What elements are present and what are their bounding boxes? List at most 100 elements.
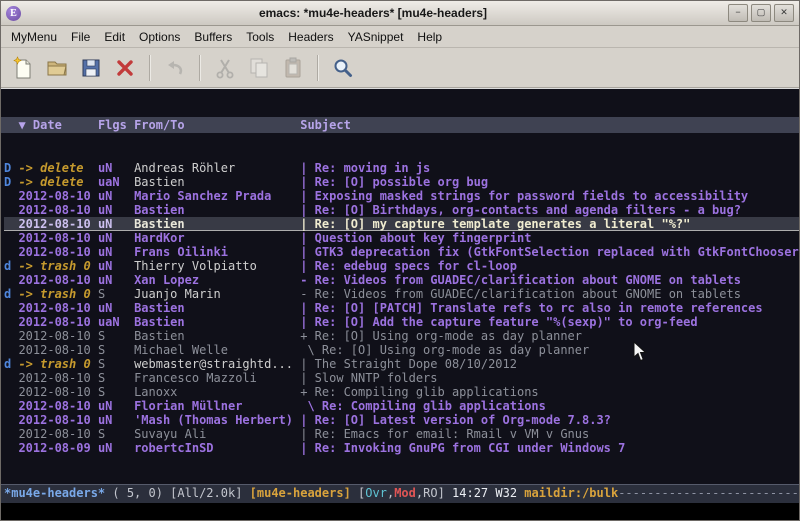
emacs-window: E emacs: *mu4e-headers* [mu4e-headers] −…	[0, 0, 800, 521]
message-row[interactable]: D -> delete uaN Bastien | Re: [O] possib…	[4, 175, 799, 189]
menu-file[interactable]: File	[64, 27, 97, 47]
maximize-button[interactable]: ▢	[751, 4, 771, 22]
search-button[interactable]	[326, 52, 360, 84]
message-row[interactable]: 2012-08-10 S Lanoxx + Re: Compiling glib…	[4, 385, 799, 399]
message-row[interactable]: 2012-08-10 S Bastien + Re: [O] Using org…	[4, 329, 799, 343]
from-field: Michael Welle	[134, 343, 300, 357]
flags-field: uaN	[98, 175, 134, 189]
minimize-button[interactable]: −	[728, 4, 748, 22]
from-field: Bastien	[134, 329, 300, 343]
mark-field	[4, 399, 18, 413]
mark-field: d	[4, 259, 18, 273]
message-row[interactable]: d -> trash 0 uN Thierry Volpiatto | Re: …	[4, 259, 799, 273]
modeline-segment: ( 5, 0) [All/2.0k]	[105, 486, 250, 500]
modeline-segment: *mu4e-headers*	[4, 486, 105, 500]
mark-field	[4, 385, 18, 399]
modeline-segment: [	[351, 486, 365, 500]
flags-field: uN	[98, 189, 134, 203]
subject-field: | The Straight Dope 08/10/2012	[300, 357, 517, 371]
modeline-segment: maildir:/bulk	[524, 486, 618, 500]
date-field: -> trash 0	[18, 357, 97, 371]
save-button[interactable]	[74, 52, 108, 84]
date-field: -> trash 0	[18, 259, 97, 273]
from-field: Juanjo Marin	[134, 287, 300, 301]
headers-buffer[interactable]: ▼ Date Flgs From/To Subject D -> delete …	[1, 88, 799, 484]
date-field: 2012-08-10	[18, 315, 97, 329]
close-button[interactable]: ✕	[774, 4, 794, 22]
menu-tools[interactable]: Tools	[239, 27, 281, 47]
new-file-button[interactable]	[6, 52, 40, 84]
mark-field	[4, 273, 18, 287]
message-row[interactable]: 2012-08-10 uN Bastien | Re: [O] [PATCH] …	[4, 301, 799, 315]
from-field: Bastien	[134, 175, 300, 189]
subject-field: | Re: [O] Add the capture feature "%(sex…	[300, 315, 697, 329]
flags-field: S	[98, 357, 134, 371]
mark-field: d	[4, 287, 18, 301]
from-field: Francesco Mazzoli	[134, 371, 300, 385]
flags-field: uN	[98, 301, 134, 315]
subject-field: \ Re: Compiling glib applications	[300, 399, 546, 413]
message-row[interactable]: 2012-08-10 uN Florian Müllner \ Re: Comp…	[4, 399, 799, 413]
column-flags[interactable]: Flgs	[98, 118, 134, 132]
menu-buffers[interactable]: Buffers	[187, 27, 239, 47]
message-row[interactable]: 2012-08-09 uN robertcInSD | Re: Invoking…	[4, 441, 799, 455]
message-row[interactable]: d -> trash 0 S webmaster@straightd... | …	[4, 357, 799, 371]
message-row[interactable]: 2012-08-10 uN Bastien | Re: [O] Birthday…	[4, 203, 799, 217]
message-row[interactable]: 2012-08-10 S Michael Welle \ Re: [O] Usi…	[4, 343, 799, 357]
message-row[interactable]: 2012-08-10 uN Mario Sanchez Prada | Expo…	[4, 189, 799, 203]
cut-button	[208, 52, 242, 84]
open-folder-button[interactable]	[40, 52, 74, 84]
message-row[interactable]: 2012-08-10 uN Bastien | Re: [O] my captu…	[4, 217, 799, 231]
modeline-segment: ----------------------------------------…	[618, 486, 799, 500]
date-field: 2012-08-10	[18, 301, 97, 315]
menu-yasnippet[interactable]: YASnippet	[341, 27, 411, 47]
mark-field	[4, 441, 18, 455]
message-row[interactable]: D -> delete uN Andreas Röhler | Re: movi…	[4, 161, 799, 175]
column-date[interactable]: ▼ Date	[18, 118, 97, 132]
flags-field: S	[98, 427, 134, 441]
column-subject[interactable]: Subject	[300, 118, 351, 132]
mark-field	[4, 203, 18, 217]
message-row[interactable]: d -> trash 0 S Juanjo Marin - Re: Videos…	[4, 287, 799, 301]
message-row[interactable]: 2012-08-10 uN 'Mash (Thomas Herbert) | R…	[4, 413, 799, 427]
from-field: HardKor	[134, 231, 300, 245]
from-field: Bastien	[134, 301, 300, 315]
search-icon	[331, 56, 355, 80]
subject-field: | Re: [O] Latest version of Org-mode 7.8…	[300, 413, 611, 427]
message-row[interactable]: 2012-08-10 S Suvayu Ali | Re: Emacs for …	[4, 427, 799, 441]
message-row[interactable]: 2012-08-10 uN HardKor | Question about k…	[4, 231, 799, 245]
flags-field: uN	[98, 203, 134, 217]
menu-help[interactable]: Help	[410, 27, 449, 47]
subject-field: | GTK3 deprecation fix (GtkFontSelection…	[300, 245, 799, 259]
modeline-segment: RO	[423, 486, 437, 500]
column-from[interactable]: From/To	[134, 118, 300, 132]
title-bar[interactable]: E emacs: *mu4e-headers* [mu4e-headers] −…	[1, 1, 799, 26]
flags-field: uN	[98, 399, 134, 413]
mode-line[interactable]: *mu4e-headers* ( 5, 0) [All/2.0k] [mu4e-…	[1, 484, 799, 503]
menu-mymenu[interactable]: MyMenu	[4, 27, 64, 47]
from-field: webmaster@straightd...	[134, 357, 300, 371]
echo-area[interactable]	[1, 503, 799, 520]
menu-headers[interactable]: Headers	[281, 27, 340, 47]
menu-options[interactable]: Options	[132, 27, 187, 47]
flags-field: S	[98, 329, 134, 343]
close-buffer-button[interactable]	[108, 52, 142, 84]
message-row[interactable]: 2012-08-10 uN Xan Lopez - Re: Videos fro…	[4, 273, 799, 287]
tool-bar	[1, 48, 799, 88]
message-row[interactable]: 2012-08-10 uN Frans Oilinki | GTK3 depre…	[4, 245, 799, 259]
date-field: 2012-08-10	[18, 245, 97, 259]
message-list: D -> delete uN Andreas Röhler | Re: movi…	[1, 161, 799, 455]
subject-field: - Re: Videos from GUADEC/clarification a…	[300, 273, 741, 287]
mark-field	[4, 427, 18, 441]
message-row[interactable]: 2012-08-10 uaN Bastien | Re: [O] Add the…	[4, 315, 799, 329]
from-field: Xan Lopez	[134, 273, 300, 287]
message-row[interactable]: 2012-08-10 S Francesco Mazzoli | Slow NN…	[4, 371, 799, 385]
date-field: 2012-08-10	[18, 203, 97, 217]
modeline-segment: [mu4e-headers]	[250, 486, 351, 500]
menu-edit[interactable]: Edit	[97, 27, 132, 47]
toolbar-separator	[149, 55, 151, 81]
mark-field: D	[4, 175, 18, 189]
mark-field: D	[4, 161, 18, 175]
flags-field: uN	[98, 231, 134, 245]
date-field: 2012-08-10	[18, 329, 97, 343]
